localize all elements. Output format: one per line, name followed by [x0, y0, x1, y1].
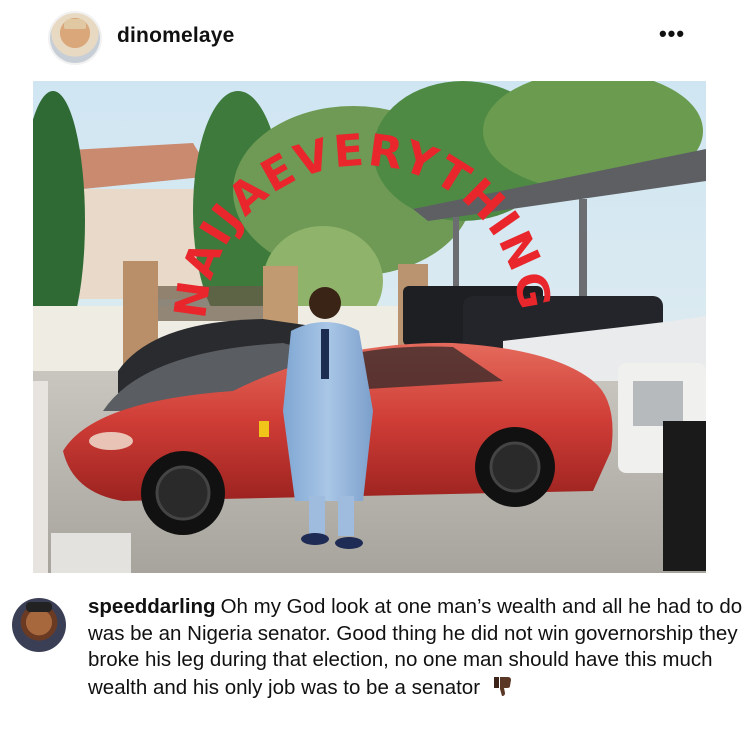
thumbs-down-icon — [490, 674, 514, 706]
man-shoe — [335, 537, 363, 549]
commenter-avatar[interactable] — [12, 598, 66, 652]
man-leg — [309, 496, 325, 536]
robe-trim — [321, 329, 329, 379]
comment: speeddarling Oh my God look at one man’s … — [0, 590, 750, 750]
comment-body: speeddarling Oh my God look at one man’s … — [88, 594, 744, 705]
car-badge — [259, 421, 269, 437]
photo-scene — [33, 81, 706, 573]
more-options-icon[interactable]: ••• — [654, 23, 690, 50]
post-header: dinomelaye ••• — [0, 0, 750, 80]
post-username[interactable]: dinomelaye — [117, 24, 235, 48]
man-head — [309, 287, 341, 319]
dark-object — [663, 421, 706, 571]
comment-username[interactable]: speeddarling — [88, 595, 216, 618]
wall-left — [33, 381, 48, 573]
cap-icon — [64, 19, 86, 29]
man-shoe — [301, 533, 329, 545]
step — [51, 533, 131, 573]
post-photo[interactable] — [33, 81, 706, 573]
headlight — [89, 432, 133, 450]
man-leg — [338, 496, 354, 536]
profile-avatar[interactable] — [50, 13, 100, 63]
car-rim — [489, 441, 541, 493]
car-rim — [155, 465, 211, 521]
rolls-grille — [633, 381, 683, 426]
gate-rail — [158, 286, 263, 321]
hat-icon — [26, 602, 52, 612]
